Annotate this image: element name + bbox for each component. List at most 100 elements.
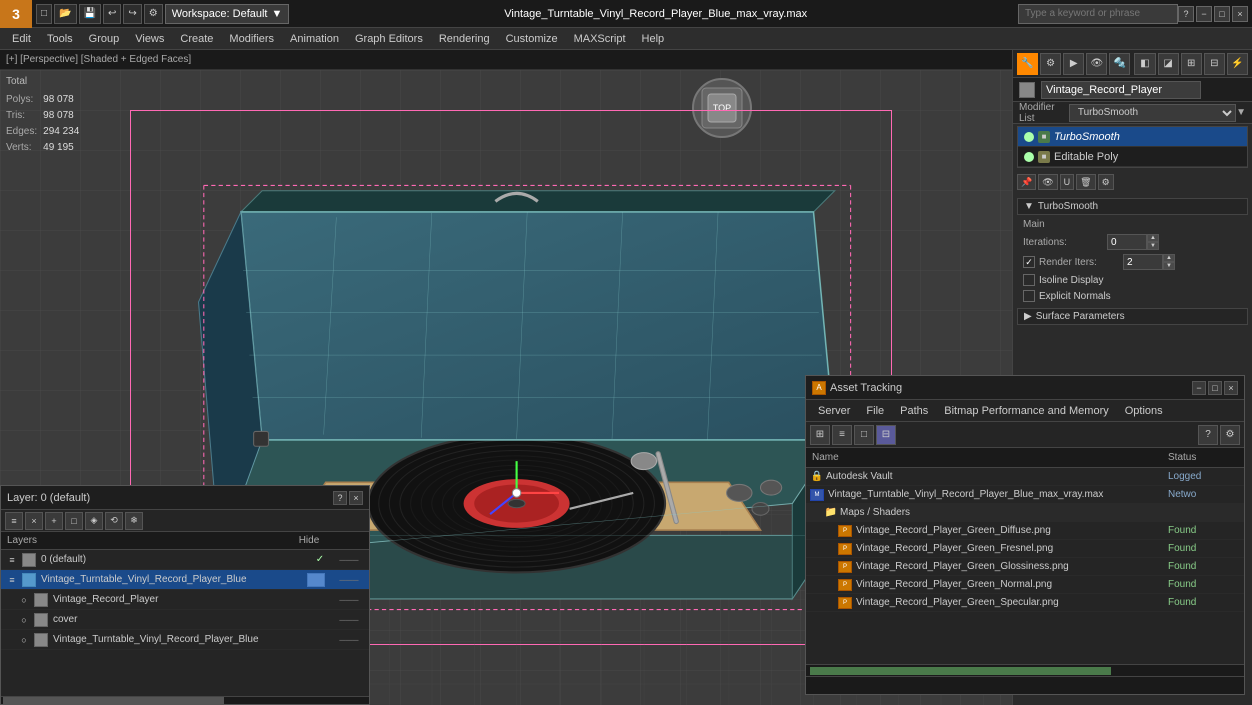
panel-icon-extra1[interactable]: ◧ — [1134, 53, 1155, 75]
layer-row-default[interactable]: ≡ 0 (default) ✓ ─── — [1, 550, 369, 570]
remove-modifier-btn[interactable]: 🗑 — [1076, 174, 1095, 190]
render-iters-input[interactable] — [1123, 254, 1163, 270]
object-color-swatch[interactable] — [1019, 82, 1035, 98]
object-name-input[interactable] — [1041, 81, 1201, 99]
asset-row-glossiness[interactable]: P Vintage_Record_Player_Green_Glossiness… — [806, 558, 1244, 576]
asset-menu-bitmap[interactable]: Bitmap Performance and Memory — [936, 403, 1116, 419]
display-icon[interactable]: 👁 — [1086, 53, 1107, 75]
layer-hide-vt[interactable]: ─── — [329, 575, 369, 585]
surface-params-header[interactable]: ▶ Surface Parameters — [1017, 308, 1248, 325]
layers-select-btn[interactable]: □ — [65, 512, 83, 530]
asset-row-specular[interactable]: P Vintage_Record_Player_Green_Specular.p… — [806, 594, 1244, 612]
menu-maxscript[interactable]: MAXScript — [566, 28, 634, 50]
asset-tb-btn3[interactable]: □ — [854, 425, 874, 445]
workspace-selector[interactable]: Workspace: Default ▼ — [165, 4, 290, 24]
layer-row-vt2[interactable]: ○ Vintage_Turntable_Vinyl_Record_Player_… — [1, 630, 369, 650]
asset-menu-file[interactable]: File — [858, 403, 892, 419]
menu-animation[interactable]: Animation — [282, 28, 347, 50]
layer-check-default[interactable]: ✓ — [311, 554, 329, 565]
search-box[interactable]: Type a keyword or phrase — [1018, 4, 1178, 24]
show-end-result-btn[interactable]: 👁 — [1038, 174, 1057, 190]
render-iters-checkbox[interactable] — [1023, 256, 1035, 268]
modifier-editable-poly[interactable]: ■ Editable Poly — [1018, 147, 1247, 167]
layers-help-btn[interactable]: ? — [333, 491, 347, 505]
menu-tools[interactable]: Tools — [39, 28, 81, 50]
explicit-normals-checkbox[interactable] — [1023, 290, 1035, 302]
close-btn[interactable]: × — [1232, 6, 1248, 22]
modifier-list-select[interactable]: TurboSmooth Bend Edit Poly — [1069, 104, 1236, 122]
asset-tb-btn2[interactable]: ≡ — [832, 425, 852, 445]
undo-btn[interactable]: ↩ — [103, 4, 121, 24]
menu-modifiers[interactable]: Modifiers — [221, 28, 282, 50]
asset-row-normal[interactable]: P Vintage_Record_Player_Green_Normal.png… — [806, 576, 1244, 594]
asset-tb-btn4[interactable]: ⊟ — [876, 425, 896, 445]
make-unique-btn[interactable]: U — [1060, 174, 1075, 190]
menu-customize[interactable]: Customize — [498, 28, 566, 50]
iterations-up[interactable]: ▲ — [1147, 234, 1159, 242]
asset-close-btn[interactable]: × — [1224, 381, 1238, 395]
asset-row-diffuse[interactable]: P Vintage_Record_Player_Green_Diffuse.pn… — [806, 522, 1244, 540]
panel-icon-extra5[interactable]: ⚡ — [1227, 53, 1248, 75]
layers-options-btn[interactable]: ⟲ — [105, 512, 123, 530]
menu-views[interactable]: Views — [127, 28, 172, 50]
configure-btn[interactable]: ⚙ — [1098, 174, 1114, 190]
layer-box-vt[interactable] — [307, 573, 325, 587]
minimize-btn[interactable]: − — [1196, 6, 1212, 22]
open-btn[interactable]: 📂 — [54, 4, 76, 24]
hierarchy-icon[interactable]: ⚙ — [1040, 53, 1061, 75]
modifier-turbosmooth[interactable]: ■ TurboSmooth — [1018, 127, 1247, 147]
asset-tb-help-btn[interactable]: ? — [1198, 425, 1218, 445]
modify-icon[interactable]: 🔧 — [1017, 53, 1038, 75]
layers-filter-btn[interactable]: ≡ — [5, 512, 23, 530]
isoline-checkbox[interactable] — [1023, 274, 1035, 286]
asset-tb-extra-btn[interactable]: ⚙ — [1220, 425, 1240, 445]
options-btn[interactable]: ⚙ — [144, 4, 163, 24]
save-btn[interactable]: 💾 — [79, 4, 101, 24]
asset-maximize-btn[interactable]: □ — [1208, 381, 1222, 395]
menu-group[interactable]: Group — [81, 28, 128, 50]
layer-hide-default[interactable]: ─── — [329, 555, 369, 565]
asset-row-maps[interactable]: 📁 Maps / Shaders — [806, 504, 1244, 522]
render-iters-down[interactable]: ▼ — [1163, 262, 1175, 270]
asset-row-maxfile[interactable]: M Vintage_Turntable_Vinyl_Record_Player_… — [806, 486, 1244, 504]
layers-scrollbar[interactable] — [1, 696, 369, 704]
asset-menu-paths[interactable]: Paths — [892, 403, 936, 419]
asset-tb-btn1[interactable]: ⊞ — [810, 425, 830, 445]
redo-btn[interactable]: ↪ — [123, 4, 141, 24]
asset-row-vault[interactable]: 🔒 Autodesk Vault Logged — [806, 468, 1244, 486]
menu-graph-editors[interactable]: Graph Editors — [347, 28, 431, 50]
layers-freeze-btn[interactable]: ❄ — [125, 512, 143, 530]
layer-row-cover[interactable]: ○ cover ─── — [1, 610, 369, 630]
utilities-icon[interactable]: 🔩 — [1109, 53, 1130, 75]
motion-icon[interactable]: ▶ — [1063, 53, 1084, 75]
turbosmooth-bulb[interactable] — [1024, 132, 1034, 142]
menu-help[interactable]: Help — [634, 28, 673, 50]
pin-stack-btn[interactable]: 📌 — [1017, 174, 1036, 190]
panel-icon-extra4[interactable]: ⊟ — [1204, 53, 1225, 75]
layer-hide-vrp[interactable]: ─── — [329, 595, 369, 605]
render-iters-up[interactable]: ▲ — [1163, 254, 1175, 262]
asset-row-fresnel[interactable]: P Vintage_Record_Player_Green_Fresnel.pn… — [806, 540, 1244, 558]
menu-create[interactable]: Create — [172, 28, 221, 50]
layers-delete-btn[interactable]: × — [25, 512, 43, 530]
layer-row-vintage-turntable[interactable]: ≡ Vintage_Turntable_Vinyl_Record_Player_… — [1, 570, 369, 590]
turbosmooth-section-header[interactable]: ▼ TurboSmooth — [1017, 198, 1248, 215]
new-btn[interactable]: □ — [36, 4, 52, 24]
asset-menu-options[interactable]: Options — [1117, 403, 1171, 419]
help-icon-btn[interactable]: ? — [1178, 6, 1194, 22]
editpoly-bulb[interactable] — [1024, 152, 1034, 162]
menu-edit[interactable]: Edit — [4, 28, 39, 50]
layer-row-vrp[interactable]: ○ Vintage_Record_Player ─── — [1, 590, 369, 610]
layers-highlight-btn[interactable]: ◈ — [85, 512, 103, 530]
panel-icon-extra3[interactable]: ⊞ — [1181, 53, 1202, 75]
layer-hide-cover[interactable]: ─── — [329, 615, 369, 625]
iterations-down[interactable]: ▼ — [1147, 242, 1159, 250]
maximize-btn[interactable]: □ — [1214, 6, 1230, 22]
menu-rendering[interactable]: Rendering — [431, 28, 498, 50]
iterations-input[interactable] — [1107, 234, 1147, 250]
layers-add-btn[interactable]: + — [45, 512, 63, 530]
layer-hide-vt2[interactable]: ─── — [329, 635, 369, 645]
layers-close-btn[interactable]: × — [349, 491, 363, 505]
asset-minimize-btn[interactable]: − — [1192, 381, 1206, 395]
panel-icon-extra2[interactable]: ◪ — [1158, 53, 1179, 75]
